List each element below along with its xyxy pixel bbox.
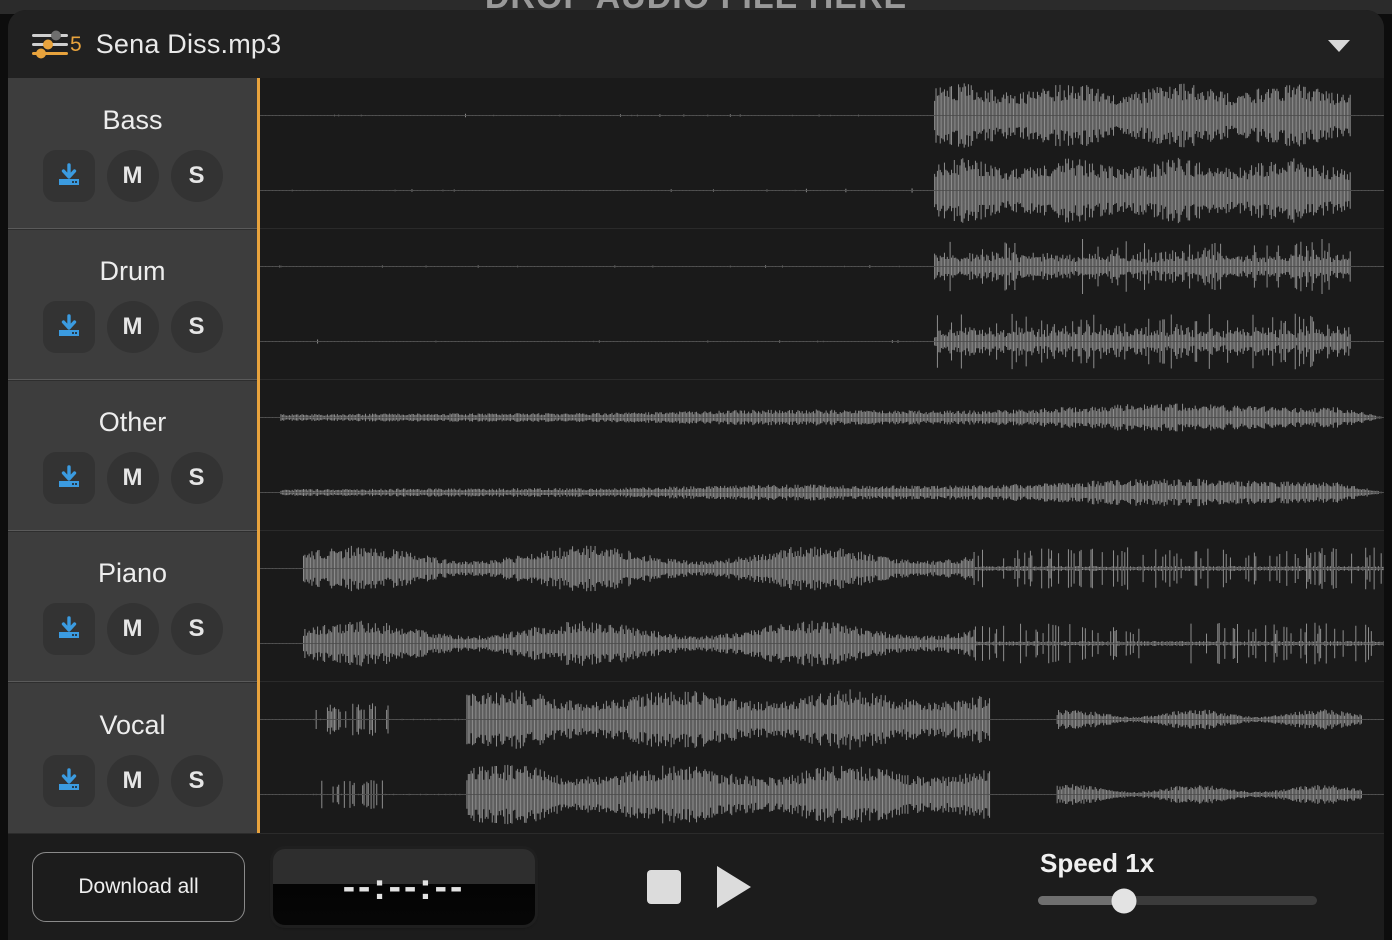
mixer-sliders-icon — [30, 29, 74, 59]
speed-control: Speed 1x — [1038, 848, 1358, 913]
download-icon[interactable] — [42, 754, 95, 807]
waveform-channel-left — [257, 229, 1384, 304]
stem-row-vocal: Vocal M S — [8, 682, 257, 833]
solo-button[interactable]: S — [170, 603, 223, 655]
stem-controls: M S — [42, 149, 223, 202]
stem-controls: M S — [42, 301, 223, 353]
stem-row-piano: Piano M S — [8, 531, 257, 682]
waveform-channel-left — [257, 78, 1384, 153]
stem-label: Vocal — [99, 709, 166, 740]
waveform-panel[interactable] — [257, 78, 1384, 833]
waveform-channel-right — [257, 606, 1384, 681]
stem-label: Piano — [97, 558, 168, 588]
solo-button[interactable]: S — [170, 754, 223, 807]
waveform-channel-right — [257, 455, 1384, 530]
stems-area: Bass M S Drum M S Other M S Piano M S Vo… — [8, 78, 1384, 833]
play-icon[interactable] — [717, 866, 751, 908]
download-icon[interactable] — [42, 452, 95, 504]
window-header: 5 Sena Diss.mp3 — [8, 10, 1384, 78]
player-window: 5 Sena Diss.mp3 Bass M S Drum M S Other … — [8, 10, 1384, 940]
waveform-channel-left — [257, 380, 1384, 455]
stem-row-other: Other M S — [8, 380, 257, 531]
app-root: DROP AUDIO FILE HERE 5 Sena Diss.mp3 — [0, 0, 1392, 940]
solo-button[interactable]: S — [170, 149, 223, 202]
playback-controls — [647, 866, 751, 908]
solo-button[interactable]: S — [170, 301, 223, 353]
mute-button[interactable]: M — [106, 301, 159, 353]
stem-label: Bass — [102, 104, 163, 135]
mute-button[interactable]: M — [106, 452, 159, 504]
mute-button[interactable]: M — [106, 149, 159, 202]
chevron-down-icon[interactable] — [1328, 40, 1350, 52]
file-name-label: Sena Diss.mp3 — [95, 28, 282, 59]
stem-label: Drum — [99, 256, 166, 286]
waveform-vocal[interactable] — [257, 682, 1384, 833]
stem-controls: M S — [42, 452, 223, 504]
waveform-channel-right — [257, 153, 1384, 228]
stop-icon[interactable] — [647, 870, 681, 904]
download-icon[interactable] — [42, 603, 95, 655]
mute-button[interactable]: M — [106, 754, 159, 807]
stem-controls: M S — [42, 603, 223, 655]
stem-label: Other — [98, 407, 167, 437]
download-icon[interactable] — [42, 149, 95, 202]
waveform-drum[interactable] — [257, 229, 1384, 380]
waveform-channel-right — [257, 757, 1384, 832]
waveform-other[interactable] — [257, 380, 1384, 531]
mute-button[interactable]: M — [106, 603, 159, 655]
transport-bar: Download all --:--:-- Speed 1x — [8, 833, 1384, 940]
stem-sidebar: Bass M S Drum M S Other M S Piano M S Vo… — [8, 78, 257, 833]
stem-row-bass: Bass M S — [8, 78, 257, 229]
download-all-button[interactable]: Download all — [32, 852, 245, 922]
speed-slider-thumb[interactable] — [1111, 888, 1137, 913]
time-display: --:--:-- — [273, 849, 535, 925]
solo-button[interactable]: S — [170, 452, 223, 504]
playhead-cursor[interactable] — [257, 78, 260, 833]
stem-row-drum: Drum M S — [8, 229, 257, 380]
download-icon[interactable] — [42, 301, 95, 353]
speed-label: Speed 1x — [1040, 848, 1155, 878]
speed-slider[interactable] — [1038, 888, 1317, 913]
waveform-bass[interactable] — [257, 78, 1384, 229]
waveform-channel-left — [257, 682, 1384, 757]
waveform-channel-left — [257, 531, 1384, 606]
waveform-piano[interactable] — [257, 531, 1384, 682]
waveform-channel-right — [257, 304, 1384, 379]
stem-controls: M S — [42, 754, 223, 807]
